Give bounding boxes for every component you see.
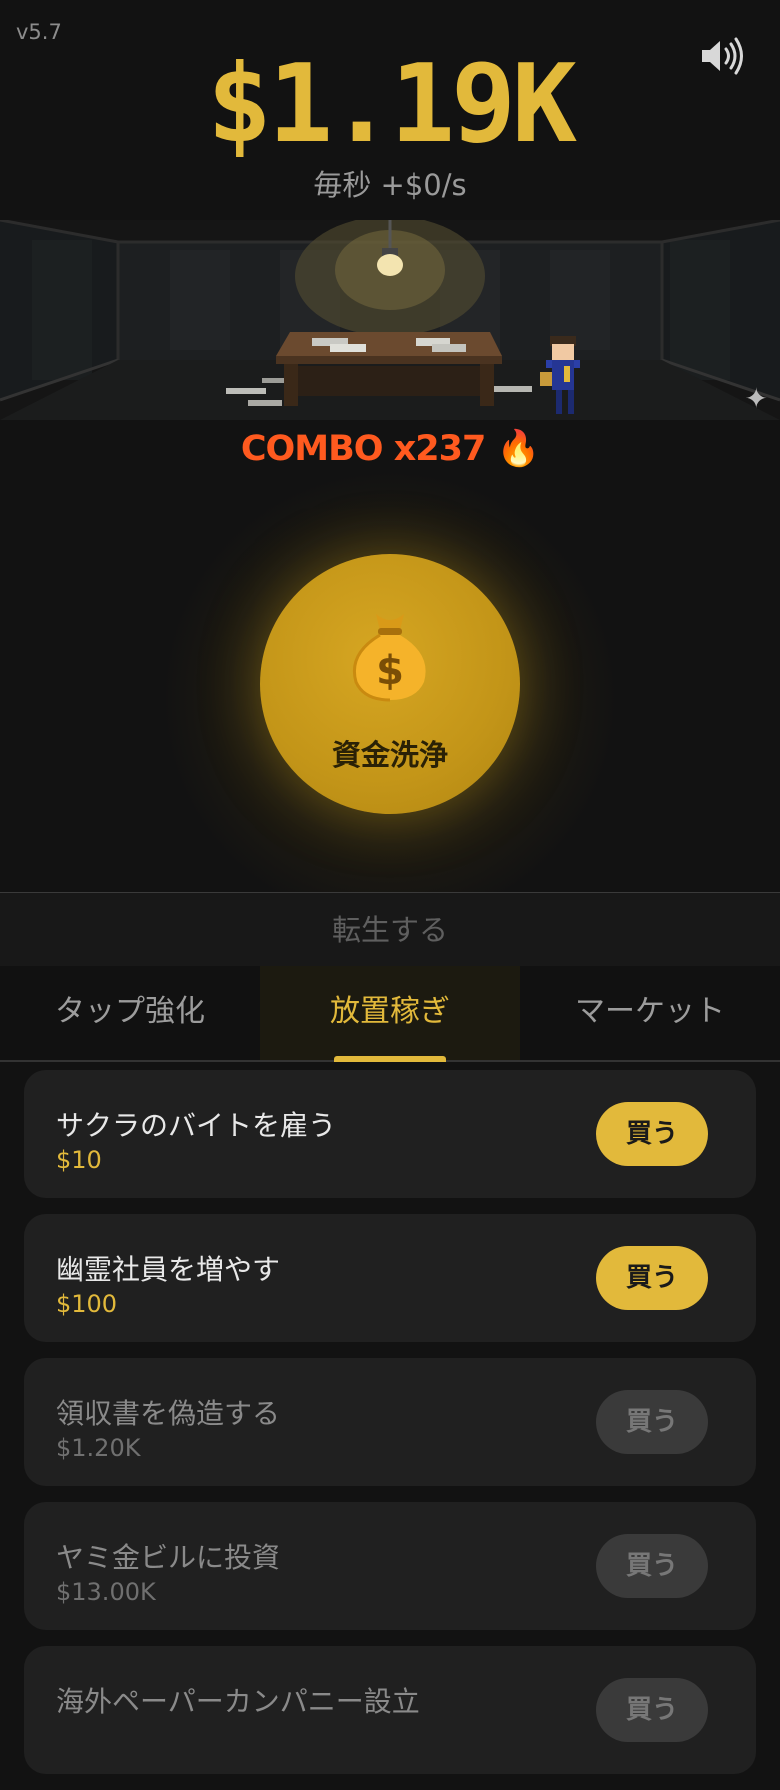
- upgrade-name: 海外ペーパーカンパニー設立: [56, 1685, 420, 1718]
- tab-idle-earnings[interactable]: 放置稼ぎ: [260, 966, 520, 1062]
- upgrade-price: $10: [56, 1146, 102, 1174]
- upgrade-item: 海外ペーパーカンパニー設立 買う: [24, 1646, 756, 1774]
- upgrade-item: サクラのバイトを雇う $10 買う: [24, 1070, 756, 1198]
- upgrade-item: 幽霊社員を増やす $100 買う: [24, 1214, 756, 1342]
- upgrade-name: ヤミ金ビルに投資: [56, 1541, 281, 1574]
- money-counter: $1.19K: [206, 42, 577, 167]
- money-bag-icon: $: [353, 614, 426, 702]
- income-rate: 毎秒 +$0/s: [313, 168, 467, 202]
- office-scene: [0, 220, 780, 420]
- upgrade-name: サクラのバイトを雇う: [56, 1109, 337, 1142]
- upgrade-list: サクラのバイトを雇う $10 買う 幽霊社員を増やす $100 買う 領収書を偽…: [24, 1070, 756, 1790]
- combo-indicator: COMBO x237 🔥: [240, 429, 540, 469]
- sparkle-icon: ✦: [744, 382, 768, 415]
- upgrade-price: $1.20K: [56, 1434, 141, 1462]
- upgrade-item: 領収書を偽造する $1.20K 買う: [24, 1358, 756, 1486]
- tap-button-label: 資金洗浄: [331, 738, 448, 772]
- prestige-button[interactable]: 転生する: [0, 892, 780, 967]
- svg-text:$: $: [376, 648, 404, 694]
- buy-button[interactable]: 買う: [596, 1246, 708, 1310]
- upgrade-price: $13.00K: [56, 1578, 156, 1606]
- shop-tabs: タップ強化 放置稼ぎ マーケット: [0, 966, 780, 1062]
- buy-button[interactable]: 買う: [596, 1390, 708, 1454]
- buy-button[interactable]: 買う: [596, 1534, 708, 1598]
- tab-tap-upgrades[interactable]: タップ強化: [0, 966, 260, 1060]
- upgrade-name: 幽霊社員を増やす: [56, 1253, 281, 1286]
- tab-market[interactable]: マーケット: [520, 966, 780, 1060]
- upgrade-name: 領収書を偽造する: [56, 1397, 281, 1430]
- buy-button[interactable]: 買う: [596, 1102, 708, 1166]
- upgrade-item: ヤミ金ビルに投資 $13.00K 買う: [24, 1502, 756, 1630]
- launder-tap-button[interactable]: $ 資金洗浄: [260, 554, 520, 814]
- upgrade-price: $100: [56, 1290, 118, 1318]
